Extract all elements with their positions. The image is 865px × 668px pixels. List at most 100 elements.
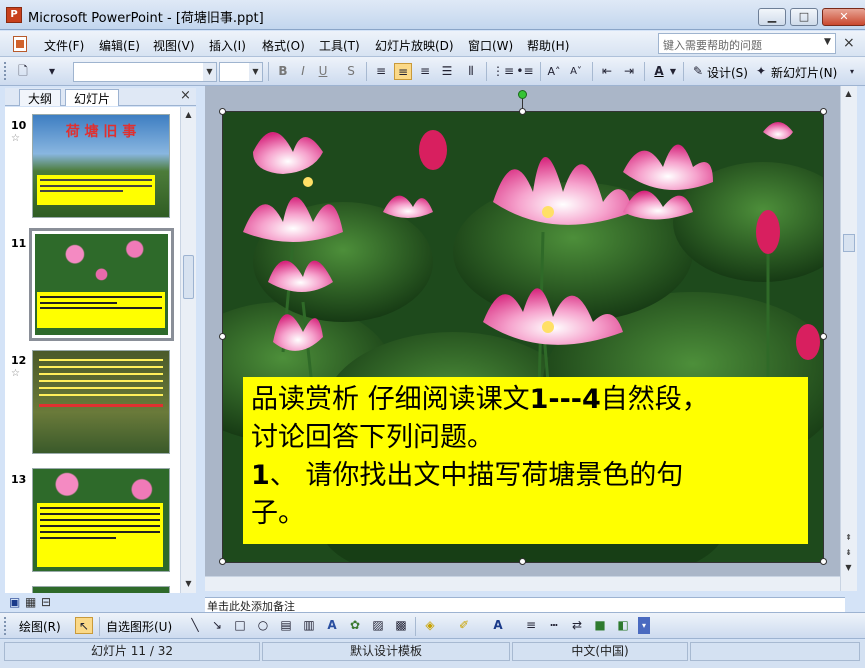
decrease-font-icon[interactable]: A˅ — [567, 63, 585, 80]
menu-view[interactable]: 视图(V) — [153, 37, 195, 54]
slide-thumbnail-10[interactable]: 荷 塘 旧 事 — [32, 114, 170, 218]
line-style-icon[interactable]: ≡ — [522, 617, 540, 634]
decrease-indent-icon[interactable]: ⇤ — [598, 63, 616, 80]
resize-handle[interactable] — [820, 558, 827, 565]
slide-thumbnail-12[interactable] — [32, 350, 170, 454]
underline-button[interactable]: U — [314, 63, 332, 80]
toolbar-grip[interactable] — [4, 62, 7, 80]
normal-view-icon[interactable]: ▣ — [9, 595, 20, 609]
slide-text-box[interactable]: 品读赏析 仔细阅读课文1---4自然段， 讨论回答下列问题。 1、 请你找出文中… — [243, 377, 808, 544]
toolbar-options-icon[interactable]: ▾ — [846, 63, 858, 80]
tab-slides[interactable]: 幻灯片 — [65, 89, 120, 106]
rectangle-tool-icon[interactable]: □ — [231, 617, 249, 634]
scroll-thumb[interactable] — [843, 234, 855, 252]
notes-pane[interactable]: 单击此处添加备注 — [205, 597, 845, 612]
increase-font-icon[interactable]: A˄ — [545, 63, 563, 80]
new-slide-button[interactable]: 新幻灯片(N) — [771, 64, 837, 81]
increase-indent-icon[interactable]: ⇥ — [620, 63, 638, 80]
design-button[interactable]: 设计(S) — [707, 64, 748, 81]
slideshow-icon[interactable]: ⊟ — [41, 595, 51, 609]
thumbnail-scrollbar[interactable]: ▲ ▼ — [180, 107, 196, 593]
menu-format[interactable]: 格式(O) — [262, 37, 305, 54]
line-tool-icon[interactable]: ╲ — [186, 617, 204, 634]
menu-window[interactable]: 窗口(W) — [468, 37, 513, 54]
next-slide-icon[interactable]: ⇟ — [842, 546, 855, 559]
italic-button[interactable]: I — [294, 63, 312, 80]
menu-file[interactable]: 文件(F) — [44, 37, 84, 54]
line-color-icon[interactable]: ✐ — [455, 617, 473, 634]
new-document-icon[interactable]: 🗋 — [14, 63, 32, 80]
font-color-icon[interactable]: A — [489, 617, 507, 634]
slides-thumbnail-panel[interactable]: 10 ☆ 荷 塘 旧 事 11 12 ☆ 13 — [5, 107, 196, 593]
picture-icon[interactable]: ▩ — [392, 617, 410, 634]
slide-sorter-icon[interactable]: ▦ — [25, 595, 36, 609]
scroll-down-icon[interactable]: ▼ — [842, 561, 855, 574]
document-close-button[interactable]: × — [843, 35, 855, 51]
menu-help[interactable]: 帮助(H) — [527, 37, 569, 54]
design-icon[interactable]: ✎ — [689, 63, 707, 80]
previous-slide-icon[interactable]: ⇞ — [842, 531, 855, 544]
autoshapes-menu-button[interactable]: 自选图形(U) — [106, 618, 172, 635]
arrow-style-icon[interactable]: ⇄ — [568, 617, 586, 634]
slide-thumbnail-14-partial[interactable] — [32, 586, 170, 593]
powerpoint-app-icon[interactable]: P — [6, 7, 22, 23]
menu-insert[interactable]: 插入(I) — [209, 37, 246, 54]
toolbar-grip[interactable] — [4, 617, 7, 635]
resize-handle[interactable] — [820, 108, 827, 115]
distribute-icon[interactable]: ⫴ — [462, 63, 480, 80]
bold-button[interactable]: B — [274, 63, 292, 80]
toolbar-options-icon[interactable]: ▾ — [638, 617, 650, 634]
maximize-button[interactable]: □ — [790, 8, 818, 26]
minimize-button[interactable]: ▁ — [758, 8, 786, 26]
menu-edit[interactable]: 编辑(E) — [99, 37, 140, 54]
toolbar-options-icon[interactable]: ▾ — [46, 63, 58, 80]
font-color-icon[interactable]: A — [650, 63, 668, 80]
slide-thumbnail-11-selected[interactable] — [29, 228, 174, 341]
resize-handle[interactable] — [219, 108, 226, 115]
wordart-icon[interactable]: A — [323, 617, 341, 634]
resize-handle[interactable] — [519, 558, 526, 565]
scroll-up-icon[interactable]: ▲ — [842, 87, 855, 100]
3d-style-icon[interactable]: ◧ — [614, 617, 632, 634]
new-slide-icon[interactable]: ✦ — [752, 63, 770, 80]
align-right-icon[interactable]: ≡ — [416, 63, 434, 80]
select-pointer-icon[interactable]: ↖ — [75, 617, 93, 634]
shadow-button[interactable]: S — [342, 63, 360, 80]
menu-slideshow[interactable]: 幻灯片放映(D) — [375, 37, 454, 54]
chevron-down-icon[interactable]: ▼ — [203, 63, 216, 81]
chevron-down-icon[interactable]: ▼ — [249, 63, 262, 81]
menu-tools[interactable]: 工具(T) — [319, 37, 360, 54]
help-dropdown-icon[interactable]: ▼ — [824, 37, 831, 47]
font-size-combo[interactable]: ▼ — [219, 62, 263, 82]
help-search-input[interactable]: 键入需要帮助的问题 — [658, 33, 836, 54]
resize-handle[interactable] — [519, 108, 526, 115]
bullets-icon[interactable]: •≡ — [516, 63, 534, 80]
chevron-down-icon[interactable]: ▼ — [668, 63, 678, 80]
rotation-handle[interactable] — [518, 90, 527, 99]
numbering-icon[interactable]: ⋮≡ — [492, 63, 514, 80]
fill-color-icon[interactable]: ◈ — [421, 617, 439, 634]
horizontal-scrollbar[interactable] — [205, 576, 840, 591]
resize-handle[interactable] — [820, 333, 827, 340]
clipart-icon[interactable]: ▨ — [369, 617, 387, 634]
dash-style-icon[interactable]: ┅ — [545, 617, 563, 634]
document-icon[interactable] — [13, 36, 27, 52]
vertical-textbox-icon[interactable]: ▥ — [300, 617, 318, 634]
resize-handle[interactable] — [219, 333, 226, 340]
textbox-tool-icon[interactable]: ▤ — [277, 617, 295, 634]
tab-outline[interactable]: 大纲 — [19, 89, 62, 106]
scroll-thumb[interactable] — [183, 255, 194, 299]
shadow-style-icon[interactable]: ■ — [591, 617, 609, 634]
slide-thumbnail-13[interactable] — [32, 468, 170, 572]
justify-icon[interactable]: ☰ — [438, 63, 456, 80]
resize-handle[interactable] — [219, 558, 226, 565]
font-name-combo[interactable]: ▼ — [73, 62, 217, 82]
oval-tool-icon[interactable]: ○ — [254, 617, 272, 634]
scroll-down-icon[interactable]: ▼ — [182, 577, 195, 590]
panel-close-button[interactable]: × — [180, 88, 191, 103]
arrow-tool-icon[interactable]: ↘ — [208, 617, 226, 634]
scroll-up-icon[interactable]: ▲ — [182, 108, 195, 121]
diagram-icon[interactable]: ✿ — [346, 617, 364, 634]
align-center-icon[interactable]: ≡ — [394, 63, 412, 80]
align-left-icon[interactable]: ≡ — [372, 63, 390, 80]
